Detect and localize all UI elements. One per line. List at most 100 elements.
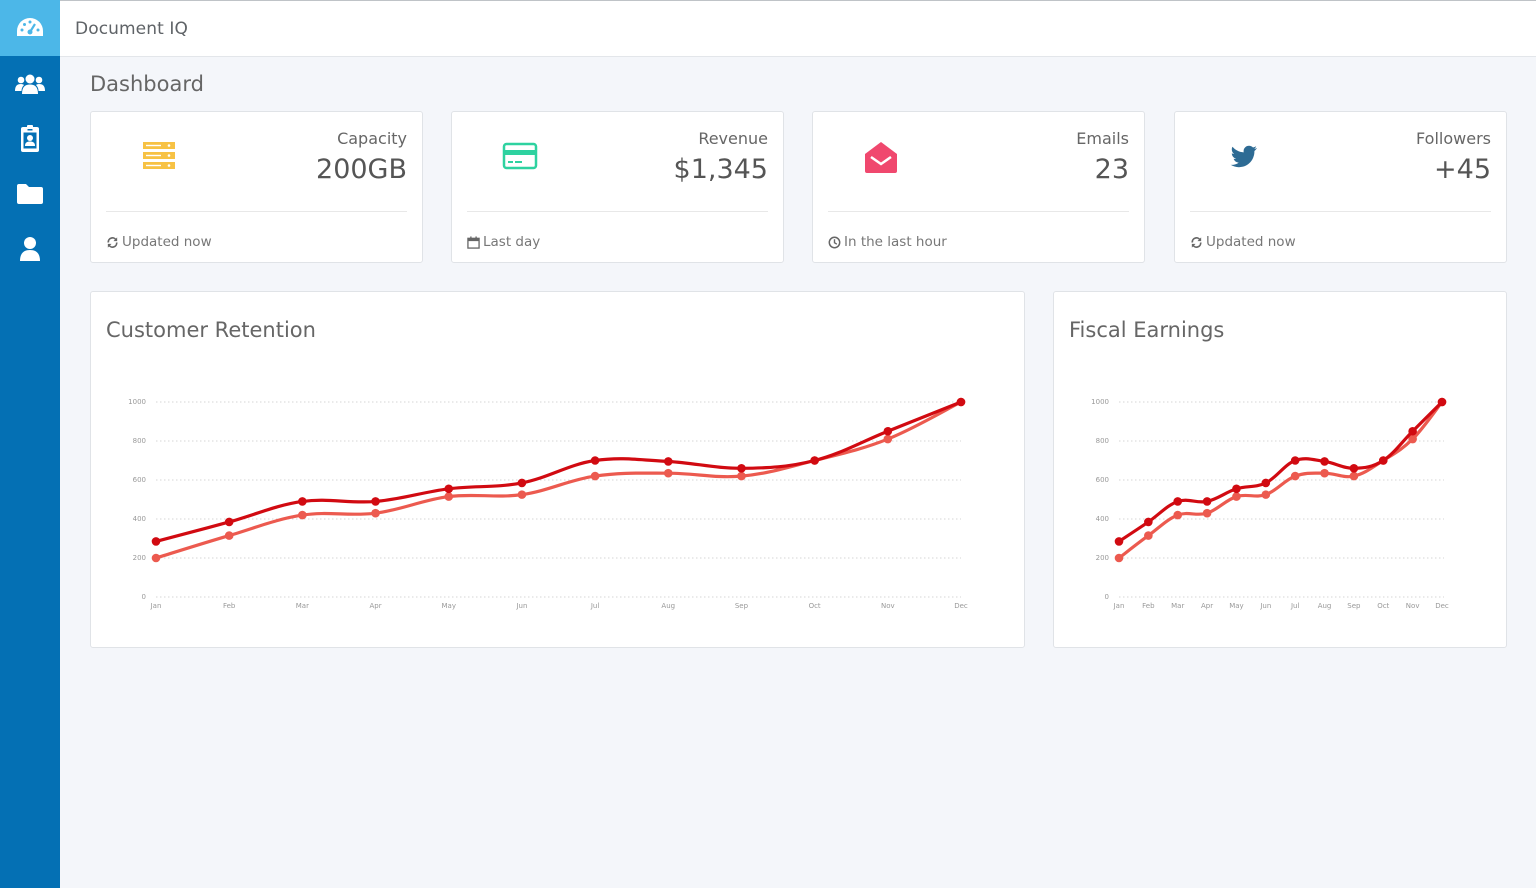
data-point [883,434,893,444]
sidebar-item-files[interactable] [0,166,60,221]
x-tick-label: Dec [954,602,968,610]
stat-footer-text: Last day [483,234,541,250]
sidebar-item-badge[interactable] [0,111,60,166]
data-point [517,490,527,499]
data-point [883,426,893,436]
y-tick-label: 600 [1096,476,1109,484]
data-point [1144,531,1153,540]
stat-value: 23 [1094,154,1129,185]
data-point [1232,492,1241,501]
fiscal-earnings-chart: 0 200 400 600 800 1000 Jan Feb Mar Apr May Jun Jul Au… [1091,397,1449,610]
data-point [298,510,307,520]
data-point [1261,490,1271,499]
data-point [1349,464,1359,473]
calendar-icon [467,235,480,249]
top-bar: Document IQ [60,0,1536,57]
sidebar-item-users[interactable] [0,56,60,111]
users-icon [15,72,45,96]
x-tick-label: Jan [150,602,162,610]
x-tick-label: Mar [1171,602,1184,610]
stat-footer-text: In the last hour [844,234,947,250]
data-point [1437,397,1447,407]
data-point [1114,553,1124,563]
x-tick-label: Oct [1377,602,1389,610]
stat-value: +45 [1434,154,1491,185]
data-point [1232,484,1241,494]
data-point [224,531,234,540]
stat-card-followers: Followers +45 Updated now [1174,111,1507,263]
data-point [1114,537,1124,546]
refresh-icon [1190,236,1203,249]
y-tick-label: 600 [133,476,146,484]
data-point [1378,456,1388,465]
customer-retention-chart-card: Customer Retention 0 200 400 600 800 1000 Jan F… [90,291,1025,648]
x-tick-label: May [441,602,455,610]
data-point [956,397,966,407]
server-icon [141,140,177,172]
clock-icon [828,236,841,249]
dashboard-icon [15,16,45,40]
y-tick-label: 800 [1096,437,1109,445]
divider [1190,211,1491,212]
stat-card-capacity: Capacity 200GB Updated now [90,111,423,263]
divider [828,211,1129,212]
refresh-icon [106,236,119,249]
data-point [1290,456,1300,465]
stat-footer-text: Updated now [122,234,212,250]
data-point [737,471,746,481]
x-tick-label: Sep [1347,602,1361,610]
stat-value: 200GB [316,154,407,185]
envelope-open-icon [863,140,899,173]
y-tick-label: 0 [142,593,146,601]
y-tick-label: 1000 [128,398,146,406]
divider [467,211,768,212]
stat-label: Emails [1076,129,1129,148]
id-badge-icon [20,124,40,153]
stat-footer: In the last hour [828,234,947,250]
stat-footer-text: Updated now [1206,234,1296,250]
sidebar-item-profile[interactable] [0,221,60,276]
x-tick-label: Jun [515,602,527,610]
fiscal-earnings-chart-card: Fiscal Earnings 0 200 400 600 800 1000 Jan Feb M… [1053,291,1507,648]
data-point [1261,478,1271,488]
x-tick-label: Jun [1259,602,1271,610]
data-point [224,517,234,527]
x-tick-label: Feb [1142,602,1155,610]
x-tick-label: Jan [1113,602,1125,610]
data-point [151,537,161,546]
data-point [1173,510,1183,520]
credit-card-icon [502,140,538,172]
x-tick-label: Feb [223,602,236,610]
stat-card-emails: Emails 23 In the last hour [812,111,1145,263]
folder-icon [16,183,44,205]
stat-label: Followers [1416,129,1491,148]
x-tick-label: Aug [1318,602,1332,610]
x-tick-label: Apr [369,602,381,610]
x-tick-label: Aug [661,602,675,610]
data-point [1349,471,1359,481]
x-tick-label: Jul [590,602,600,610]
data-point [444,484,454,494]
data-point [663,457,673,466]
data-point [371,497,380,506]
data-point [371,508,380,518]
x-tick-label: Dec [1435,602,1449,610]
stat-footer: Last day [467,234,540,250]
data-point [590,471,600,481]
x-tick-label: Mar [296,602,309,610]
divider [106,211,407,212]
data-point [663,468,673,478]
y-tick-label: 0 [1105,593,1109,601]
data-point [810,456,819,465]
x-tick-label: Nov [1406,602,1420,610]
y-tick-label: 200 [1096,554,1109,562]
y-tick-label: 400 [133,515,146,523]
data-point [517,478,527,488]
y-tick-label: 400 [1096,515,1109,523]
stat-card-revenue: Revenue $1,345 Last day [451,111,784,263]
sidebar-item-dashboard[interactable] [0,0,60,56]
stat-footer: Updated now [106,234,212,250]
user-icon [19,236,41,262]
y-tick-label: 1000 [1091,398,1109,406]
sidebar [0,0,60,888]
